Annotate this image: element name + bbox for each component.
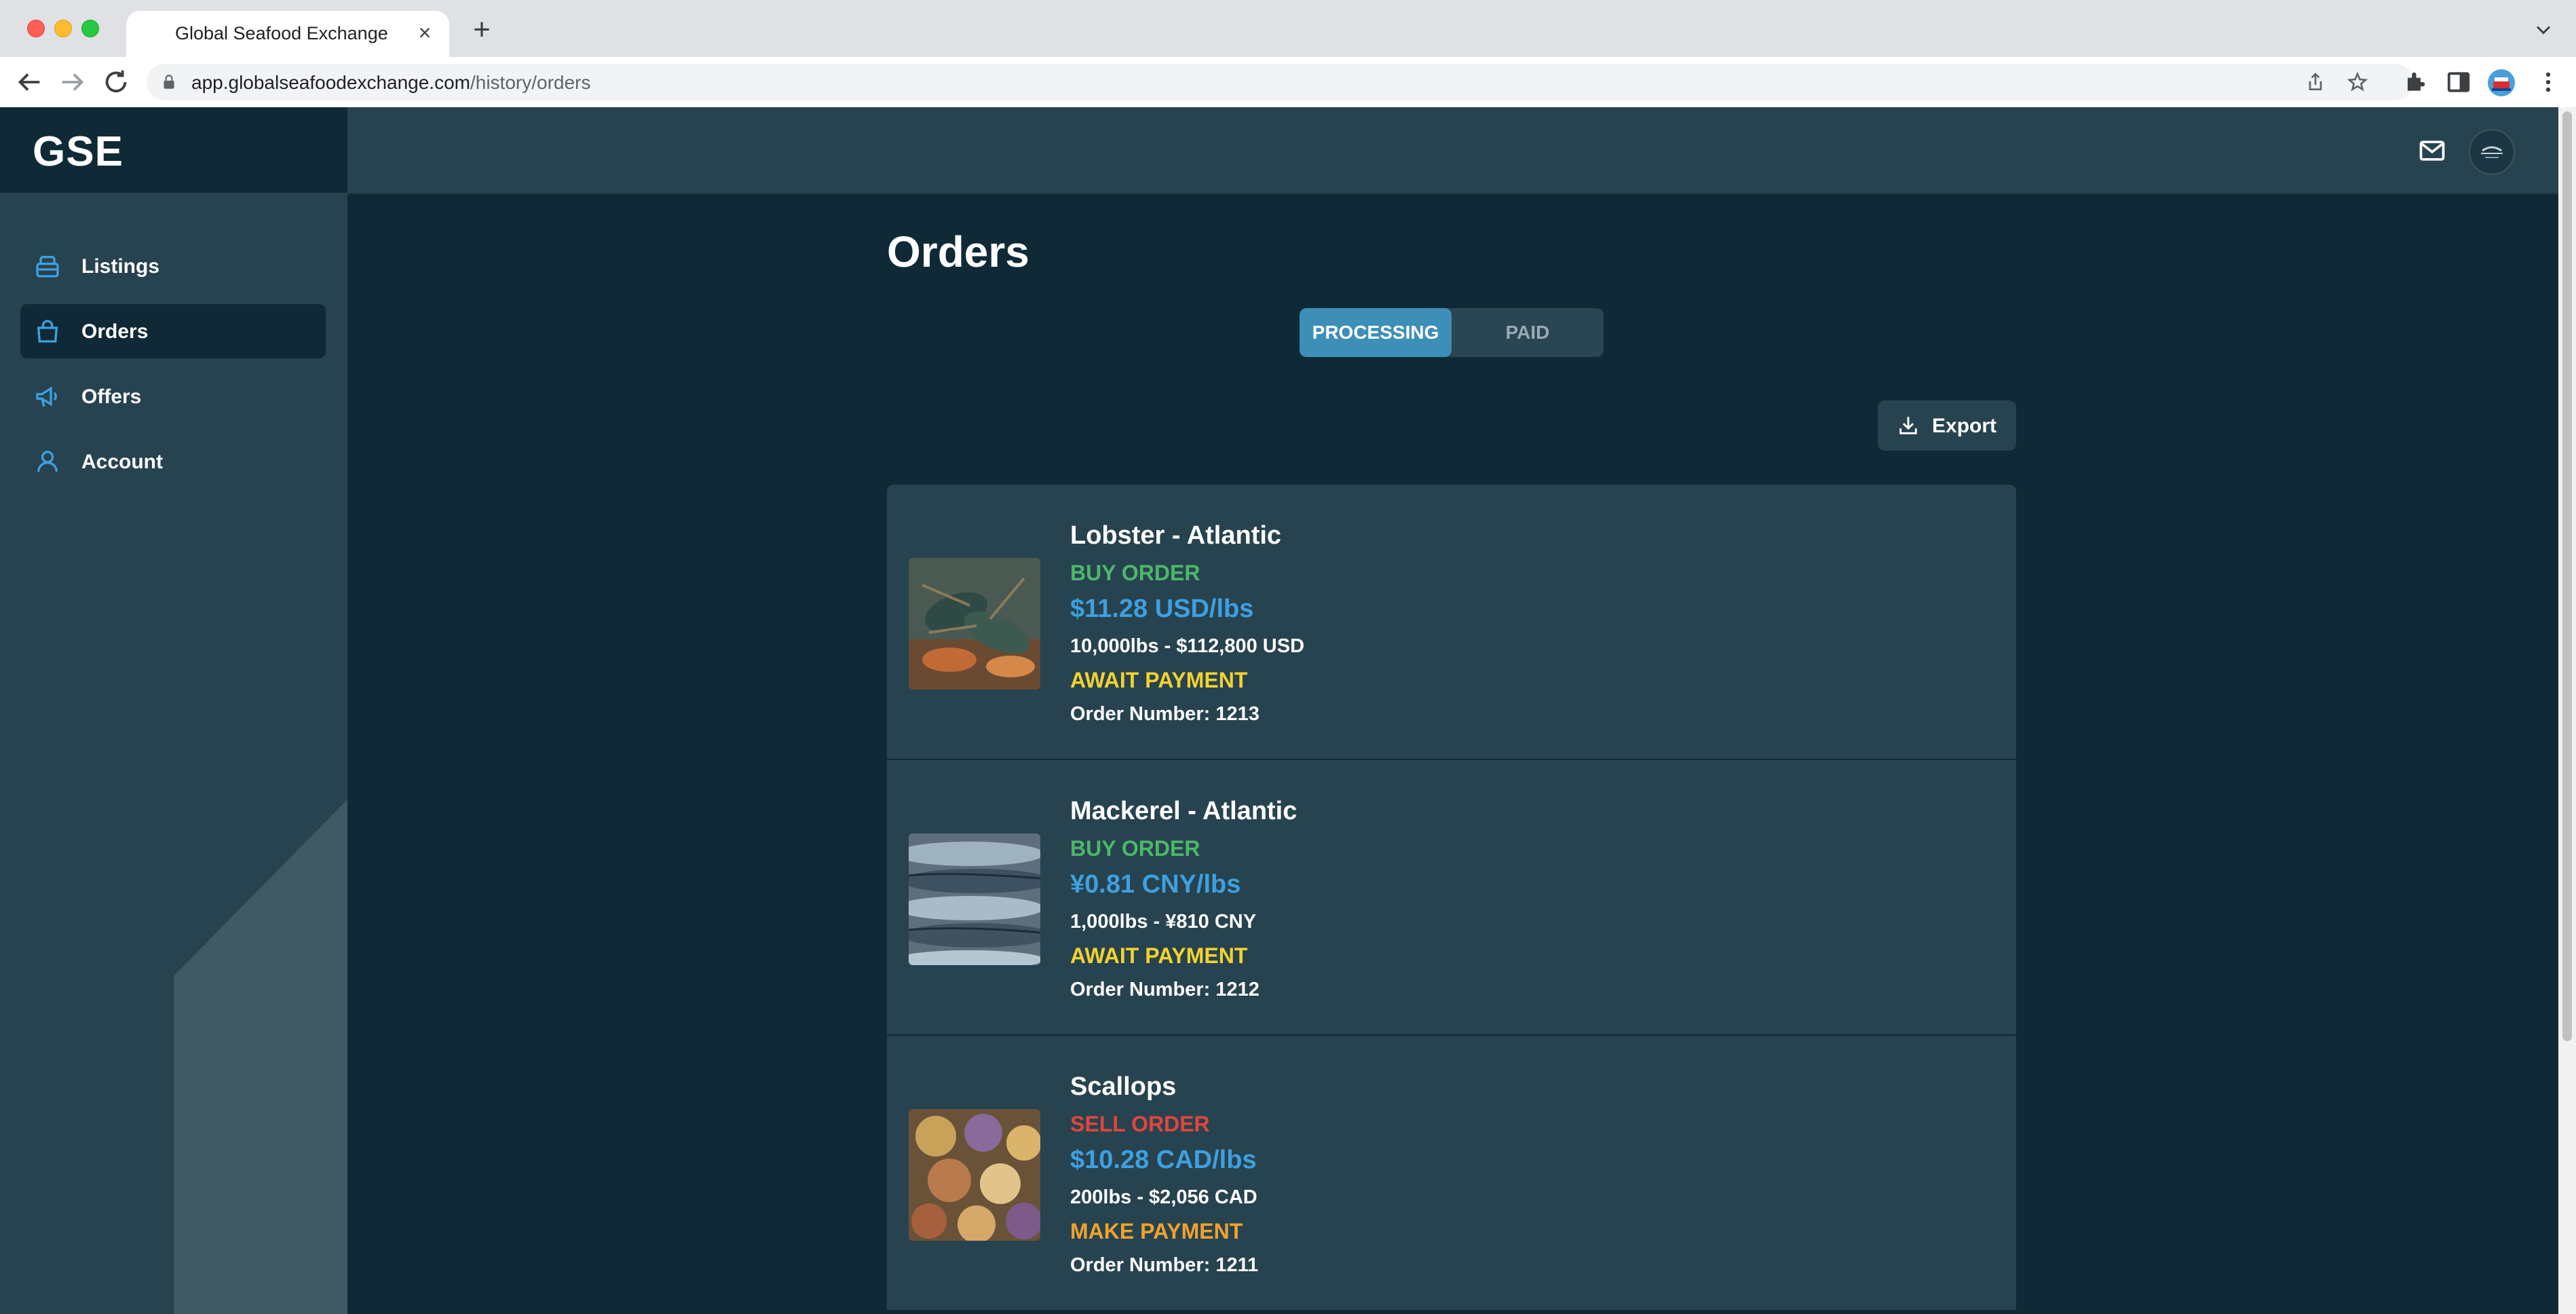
tab-processing[interactable]: PROCESSING bbox=[1300, 308, 1452, 357]
mackerel-image bbox=[909, 833, 1040, 965]
avatar[interactable] bbox=[2469, 129, 2515, 175]
order-type: SELL ORDER bbox=[1070, 1112, 1210, 1136]
order-card[interactable]: Scallops SELL ORDER $10.28 CAD/lbs 200lb… bbox=[887, 1036, 2016, 1312]
sidebar-item-offers[interactable]: Offers bbox=[20, 369, 326, 424]
chevron-down-icon[interactable] bbox=[2531, 18, 2556, 42]
order-status: AWAIT PAYMENT bbox=[1070, 943, 1248, 968]
sidebar: GSE Listings Orders Offers Account bbox=[0, 107, 347, 1314]
share-icon[interactable] bbox=[2305, 71, 2326, 93]
tab-close-icon[interactable]: × bbox=[413, 20, 437, 45]
order-status: AWAIT PAYMENT bbox=[1070, 668, 1248, 692]
tab-paid[interactable]: PAID bbox=[1452, 308, 1604, 357]
sidebar-item-account[interactable]: Account bbox=[20, 434, 326, 489]
order-quantity: 1,000lbs - ¥810 CNY bbox=[1070, 911, 1257, 933]
download-icon bbox=[1899, 417, 1917, 434]
order-list: Lobster - Atlantic BUY ORDER $11.28 USD/… bbox=[887, 485, 2016, 1314]
basket-icon bbox=[36, 256, 59, 278]
sidebar-item-label: Offers bbox=[81, 386, 142, 408]
minimize-window-button[interactable] bbox=[54, 20, 72, 37]
order-product-name: Scallops bbox=[1070, 1072, 1177, 1101]
url-text: app.globalseafoodexchange.com/history/or… bbox=[191, 72, 590, 94]
megaphone-icon bbox=[36, 386, 57, 407]
page-title: Orders bbox=[887, 227, 1029, 276]
profile-avatar[interactable] bbox=[2488, 69, 2515, 96]
sidebar-decoration bbox=[174, 800, 347, 1314]
new-tab-button[interactable]: + bbox=[467, 15, 497, 46]
main-content: Orders PROCESSING PAID Export Lobster - … bbox=[347, 194, 2558, 1314]
export-label: Export bbox=[1932, 415, 1997, 437]
sidebar-item-label: Listings bbox=[81, 255, 160, 278]
browser-tab[interactable]: Global Seafood Exchange × bbox=[126, 11, 449, 57]
order-price: $11.28 USD/lbs bbox=[1070, 595, 1254, 623]
lock-icon bbox=[164, 75, 174, 89]
order-number: Order Number: 1212 bbox=[1070, 979, 1259, 1000]
top-bar bbox=[347, 107, 2558, 194]
app-root: GSE Listings Orders Offers Account Order… bbox=[0, 107, 2558, 1314]
order-card[interactable]: Lobster - Atlantic BUY ORDER $11.28 USD/… bbox=[887, 485, 2016, 761]
order-status: MAKE PAYMENT bbox=[1070, 1219, 1243, 1243]
order-product-name: Mackerel - Atlantic bbox=[1070, 797, 1298, 825]
bookmark-star-icon[interactable] bbox=[2347, 71, 2368, 93]
side-panel-icon[interactable] bbox=[2446, 69, 2471, 95]
browser-toolbar: app.globalseafoodexchange.com/history/or… bbox=[0, 57, 2576, 108]
back-icon[interactable] bbox=[14, 67, 45, 98]
page-scrollbar[interactable] bbox=[2558, 107, 2576, 1314]
maximize-window-button[interactable] bbox=[81, 20, 99, 37]
tab-title: Global Seafood Exchange bbox=[175, 23, 388, 43]
order-quantity: 10,000lbs - $112,800 USD bbox=[1070, 635, 1305, 657]
order-product-name: Lobster - Atlantic bbox=[1070, 521, 1282, 550]
order-type: BUY ORDER bbox=[1070, 561, 1200, 585]
sidebar-item-listings[interactable]: Listings bbox=[20, 239, 326, 293]
url-host: app.globalseafoodexchange.com bbox=[191, 72, 470, 93]
order-type: BUY ORDER bbox=[1070, 836, 1200, 861]
sidebar-item-label: Account bbox=[81, 451, 163, 473]
scallops-image bbox=[909, 1109, 1040, 1241]
order-number: Order Number: 1211 bbox=[1070, 1254, 1259, 1276]
sidebar-brand: GSE bbox=[0, 107, 347, 193]
status-toggle: PROCESSING PAID bbox=[1300, 308, 1604, 357]
close-window-button[interactable] bbox=[27, 20, 45, 37]
sidebar-item-label: Orders bbox=[81, 320, 149, 343]
order-card[interactable]: Mackerel - Atlantic BUY ORDER ¥0.81 CNY/… bbox=[887, 760, 2016, 1036]
extensions-icon[interactable] bbox=[2402, 69, 2428, 95]
browser-window: Global Seafood Exchange × + app.globalse… bbox=[0, 0, 2576, 1314]
reload-icon[interactable] bbox=[100, 67, 132, 98]
scrollbar-thumb[interactable] bbox=[2562, 111, 2572, 1041]
sidebar-item-orders[interactable]: Orders bbox=[20, 304, 326, 358]
url-path: /history/orders bbox=[470, 72, 591, 93]
tab-strip: Global Seafood Exchange × + bbox=[0, 0, 2576, 57]
order-number: Order Number: 1213 bbox=[1070, 703, 1259, 725]
forward-icon[interactable] bbox=[57, 67, 88, 98]
export-button[interactable]: Export bbox=[1878, 400, 2016, 451]
order-quantity: 200lbs - $2,056 CAD bbox=[1070, 1186, 1257, 1208]
mail-icon[interactable] bbox=[2417, 136, 2447, 166]
browser-menu-icon[interactable] bbox=[2535, 69, 2561, 95]
address-bar[interactable]: app.globalseafoodexchange.com/history/or… bbox=[147, 64, 2413, 100]
order-price: ¥0.81 CNY/lbs bbox=[1070, 870, 1241, 899]
lobster-image bbox=[909, 558, 1040, 690]
order-price: $10.28 CAD/lbs bbox=[1070, 1146, 1257, 1174]
logo[interactable]: GSE bbox=[33, 128, 124, 176]
user-icon bbox=[37, 451, 58, 472]
shopping-bag-icon bbox=[37, 320, 58, 343]
